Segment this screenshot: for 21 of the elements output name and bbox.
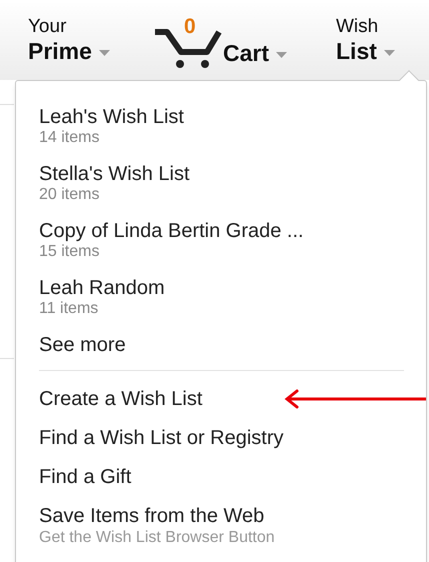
- see-more-link[interactable]: See more: [39, 333, 126, 357]
- menu-link[interactable]: Find a Gift: [39, 465, 132, 489]
- item-count: 14 items: [39, 129, 100, 147]
- wish-list-link[interactable]: Stella's Wish List: [39, 162, 190, 186]
- item-count: 11 items: [39, 300, 98, 318]
- wish-list-link[interactable]: Copy of Linda Bertin Grade ...: [39, 219, 304, 243]
- menu-link[interactable]: Save Items from the Web: [39, 504, 264, 528]
- item-count: 20 items: [39, 186, 100, 204]
- nav-menu[interactable]: Wish List: [336, 16, 416, 64]
- link-note: Get the Wish List Browser Button: [39, 528, 275, 548]
- caret-icon: [98, 50, 110, 56]
- menu-link[interactable]: Find a Wish List or Registry: [39, 426, 284, 450]
- wish-list-link[interactable]: Leah Random: [39, 276, 165, 300]
- caret-icon: [384, 50, 395, 56]
- caret-icon: [276, 52, 288, 58]
- menu-link[interactable]: Create a Wish List: [39, 387, 202, 411]
- cart-menu[interactable]: 0 Cart: [153, 16, 326, 68]
- nav-menu[interactable]: Your Prime: [28, 16, 138, 64]
- wish-list-link[interactable]: Leah's Wish List: [39, 105, 184, 129]
- item-count: 15 items: [39, 243, 100, 261]
- cart-count: 0: [184, 16, 196, 37]
